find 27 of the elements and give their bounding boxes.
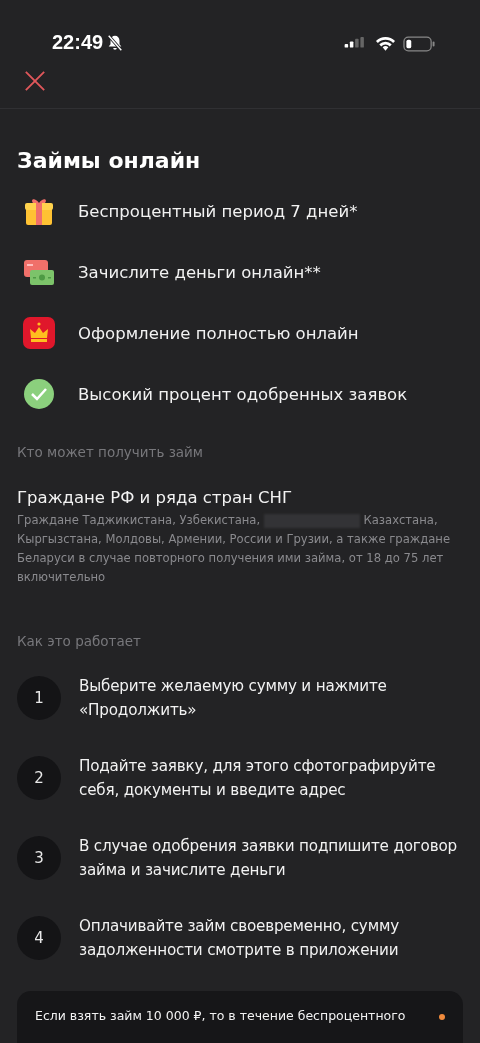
step-text: Выберите желаемую сумму и нажмите «Продолжить»	[79, 676, 388, 721]
marker-icon	[439, 1014, 445, 1020]
section-label: Кто может получить займ	[17, 444, 205, 460]
page-title: Займы онлайн	[17, 147, 201, 175]
crown-icon	[23, 317, 55, 349]
step-text: В случае одобрения заявки подпишите договор займа и зачислите деньги	[79, 836, 458, 881]
step-number: 2	[17, 756, 61, 800]
card-text: Если взять займ 10 000 ₽, то в течение беспроцентного	[35, 1008, 406, 1023]
feature-text: Высокий процент одобренных заявок	[78, 384, 408, 404]
feature-text: Зачислите деньги онлайн**	[78, 262, 321, 282]
checkmark-icon	[23, 378, 55, 410]
step-number: 4	[17, 916, 61, 960]
step-text: Подайте заявку, для этого сфотографируйте себя, документы и введите адрес	[79, 756, 437, 801]
eligibility-heading: Граждане РФ и ряда стран СНГ	[17, 488, 293, 507]
step-number: 1	[17, 676, 61, 720]
section-label: Как это работает	[17, 633, 142, 649]
muted-bell-icon	[106, 33, 125, 52]
close-button[interactable]	[22, 68, 48, 94]
feature-text: Беспроцентный период 7 дней*	[78, 201, 358, 221]
step-number: 3	[17, 836, 61, 880]
battery-icon	[403, 36, 436, 52]
wifi-icon	[375, 36, 396, 52]
step-text: Оплачивайте займ своевременно, сумму задолженности смотрите в приложении	[79, 916, 400, 961]
close-icon	[24, 70, 46, 92]
clock-time: 22:49	[52, 31, 104, 54]
eligibility-text: Граждане Таджикистана, Узбекистана, Казахстана, Кыргызстана, Молдовы, Армении, России и Грузии, а также граждане Беларуси в случае повторного получения ими займа, от 18 до 75 лет включительно	[17, 512, 452, 586]
feature-text: Оформление полностью онлайн	[78, 323, 359, 343]
